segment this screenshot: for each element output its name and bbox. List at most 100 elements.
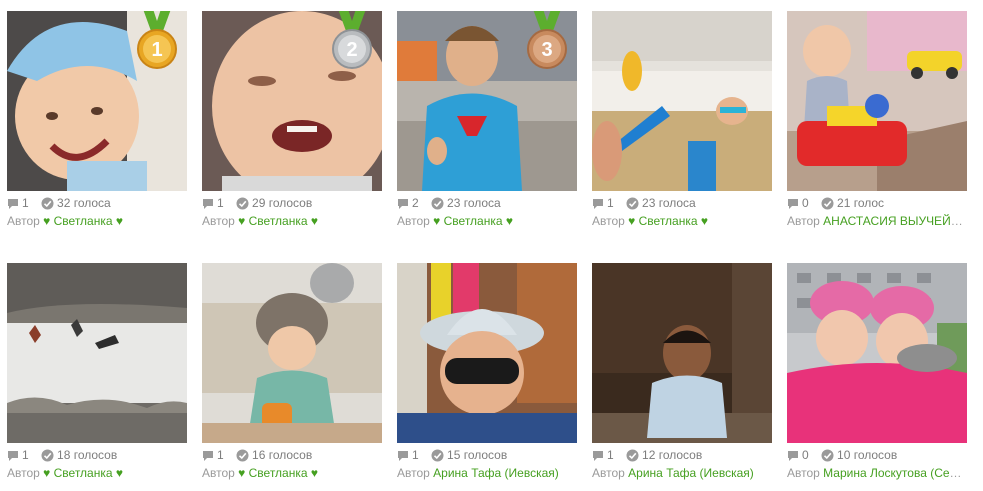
author-link[interactable]: Марина Лоскутова (Семенова)	[823, 466, 969, 480]
author-link[interactable]: ♥ Светланка ♥	[43, 214, 123, 228]
check-circle-icon	[821, 449, 834, 462]
vote-count-value: 12 голосов	[642, 448, 703, 462]
vote-count[interactable]: 23 голоса	[626, 195, 696, 211]
author-link[interactable]: АНАСТАСИЯ ВЫУЧЕЙСКАЯ	[823, 214, 969, 228]
vote-count[interactable]: 29 голосов	[236, 195, 312, 211]
comment-count[interactable]: 1	[7, 195, 29, 211]
photo-stats: 1 29 голосов	[202, 195, 382, 211]
comment-count-value: 1	[217, 196, 224, 210]
svg-text:1: 1	[151, 39, 162, 61]
photo-author: Автор ♥ Светланка ♥	[7, 465, 189, 481]
vote-count-value: 23 голоса	[447, 196, 501, 210]
author-label: Автор	[787, 214, 820, 228]
author-link[interactable]: ♥ Светланка ♥	[628, 214, 708, 228]
comment-count-value: 0	[802, 448, 809, 462]
speech-bubble-icon	[593, 199, 603, 209]
photo-author: Автор ♥ Светланка ♥	[7, 213, 189, 229]
photo-thumbnail[interactable]	[7, 263, 187, 443]
vote-count-value: 15 голосов	[447, 448, 508, 462]
comment-count-value: 2	[412, 196, 419, 210]
comment-count[interactable]: 0	[787, 447, 809, 463]
photo-thumbnail[interactable]: 2	[202, 11, 382, 191]
comment-count[interactable]: 1	[202, 447, 224, 463]
speech-bubble-icon	[8, 451, 18, 461]
photo-thumbnail[interactable]	[787, 11, 967, 191]
photo-author: Автор Арина Тафа (Иевская)	[397, 465, 579, 481]
photo-thumbnail[interactable]	[787, 263, 967, 443]
speech-bubble-icon	[8, 199, 18, 209]
svg-text:3: 3	[541, 39, 552, 61]
author-label: Автор	[397, 466, 430, 480]
photo-stats: 1 18 голосов	[7, 447, 187, 463]
photo-thumbnail[interactable]	[397, 263, 577, 443]
vote-count-value: 10 голосов	[837, 448, 898, 462]
comment-count[interactable]: 1	[397, 447, 419, 463]
vote-count-value: 32 голоса	[57, 196, 111, 210]
photo-thumbnail[interactable]	[202, 263, 382, 443]
vote-count[interactable]: 21 голос	[821, 195, 884, 211]
author-label: Автор	[202, 214, 235, 228]
author-link[interactable]: ♥ Светланка ♥	[43, 466, 123, 480]
author-link[interactable]: ♥ Светланка ♥	[238, 466, 318, 480]
photo-image	[787, 11, 967, 191]
vote-count[interactable]: 18 голосов	[41, 447, 117, 463]
author-label: Автор	[592, 214, 625, 228]
photo-author: Автор ♥ Светланка ♥	[592, 213, 774, 229]
photo-image	[787, 263, 967, 443]
vote-count[interactable]: 32 голоса	[41, 195, 111, 211]
photo-image	[592, 11, 772, 191]
vote-count-value: 16 голосов	[252, 448, 313, 462]
photo-image	[397, 263, 577, 443]
comment-count-value: 1	[22, 448, 29, 462]
photo-stats: 1 32 голоса	[7, 195, 187, 211]
check-circle-icon	[41, 197, 54, 210]
comment-count-value: 0	[802, 196, 809, 210]
vote-count[interactable]: 12 голосов	[626, 447, 702, 463]
photo-image	[592, 263, 772, 443]
author-link[interactable]: Арина Тафа (Иевская)	[628, 466, 754, 480]
comment-count-value: 1	[607, 448, 614, 462]
photo-image	[202, 263, 382, 443]
speech-bubble-icon	[788, 451, 798, 461]
comment-count-value: 1	[217, 448, 224, 462]
vote-count[interactable]: 23 голоса	[431, 195, 501, 211]
photo-thumbnail[interactable]: 3	[397, 11, 577, 191]
bronze-medal-icon: 3	[527, 11, 567, 69]
photo-author: Автор ♥ Светланка ♥	[397, 213, 579, 229]
comment-count-value: 1	[412, 448, 419, 462]
photo-author: Автор АНАСТАСИЯ ВЫУЧЕЙСКАЯ	[787, 213, 969, 229]
author-label: Автор	[202, 466, 235, 480]
gold-medal-icon: 1	[137, 11, 177, 69]
comment-count[interactable]: 1	[202, 195, 224, 211]
photo-author: Автор Марина Лоскутова (Семенова)	[787, 465, 969, 481]
speech-bubble-icon	[788, 199, 798, 209]
photo-stats: 0 10 голосов	[787, 447, 967, 463]
comment-count[interactable]: 2	[397, 195, 419, 211]
vote-count-value: 23 голоса	[642, 196, 696, 210]
author-label: Автор	[7, 214, 40, 228]
author-link[interactable]: ♥ Светланка ♥	[433, 214, 513, 228]
author-link[interactable]: Арина Тафа (Иевская)	[433, 466, 559, 480]
photo-thumbnail[interactable]	[592, 11, 772, 191]
photo-stats: 0 21 голос	[787, 195, 967, 211]
comment-count-value: 1	[607, 196, 614, 210]
vote-count[interactable]: 16 голосов	[236, 447, 312, 463]
photo-thumbnail[interactable]: 1	[7, 11, 187, 191]
comment-count[interactable]: 1	[592, 447, 614, 463]
vote-count-value: 21 голос	[837, 196, 885, 210]
comment-count[interactable]: 1	[592, 195, 614, 211]
author-link[interactable]: ♥ Светланка ♥	[238, 214, 318, 228]
author-label: Автор	[397, 214, 430, 228]
photo-thumbnail[interactable]	[592, 263, 772, 443]
author-label: Автор	[787, 466, 820, 480]
check-circle-icon	[821, 197, 834, 210]
vote-count[interactable]: 10 голосов	[821, 447, 897, 463]
silver-medal-icon: 2	[332, 11, 372, 69]
comment-count[interactable]: 1	[7, 447, 29, 463]
vote-count[interactable]: 15 голосов	[431, 447, 507, 463]
author-label: Автор	[592, 466, 625, 480]
comment-count[interactable]: 0	[787, 195, 809, 211]
photo-stats: 2 23 голоса	[397, 195, 577, 211]
check-circle-icon	[431, 197, 444, 210]
photo-stats: 1 16 голосов	[202, 447, 382, 463]
